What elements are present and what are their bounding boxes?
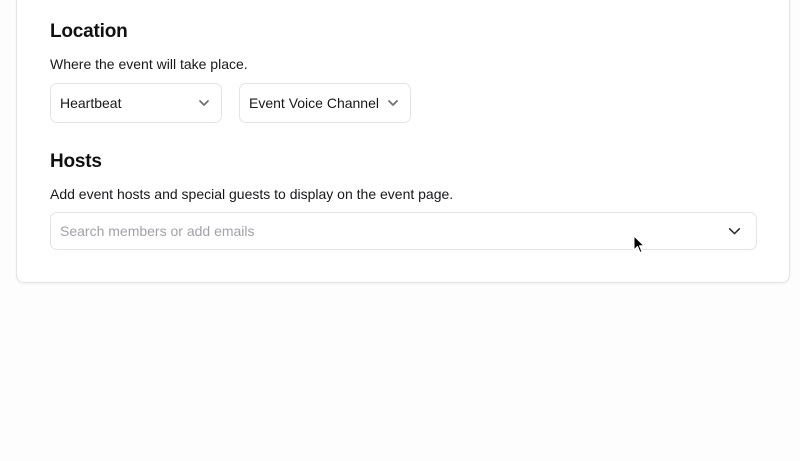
- chevron-down-icon: [388, 100, 398, 106]
- hosts-description: Add event hosts and special guests to di…: [50, 186, 454, 202]
- server-select-value: Heartbeat: [60, 95, 122, 111]
- location-heading: Location: [50, 21, 128, 42]
- hosts-search-input[interactable]: [60, 223, 727, 239]
- channel-select[interactable]: Event Voice Channel: [239, 83, 411, 123]
- location-description: Where the event will take place.: [50, 56, 248, 72]
- chevron-down-icon: [199, 100, 209, 106]
- hosts-search-field[interactable]: [50, 212, 757, 250]
- hosts-heading: Hosts: [50, 151, 102, 172]
- channel-select-value: Event Voice Channel: [249, 95, 379, 111]
- chevron-down-icon[interactable]: [727, 224, 742, 239]
- server-select[interactable]: Heartbeat: [50, 83, 222, 123]
